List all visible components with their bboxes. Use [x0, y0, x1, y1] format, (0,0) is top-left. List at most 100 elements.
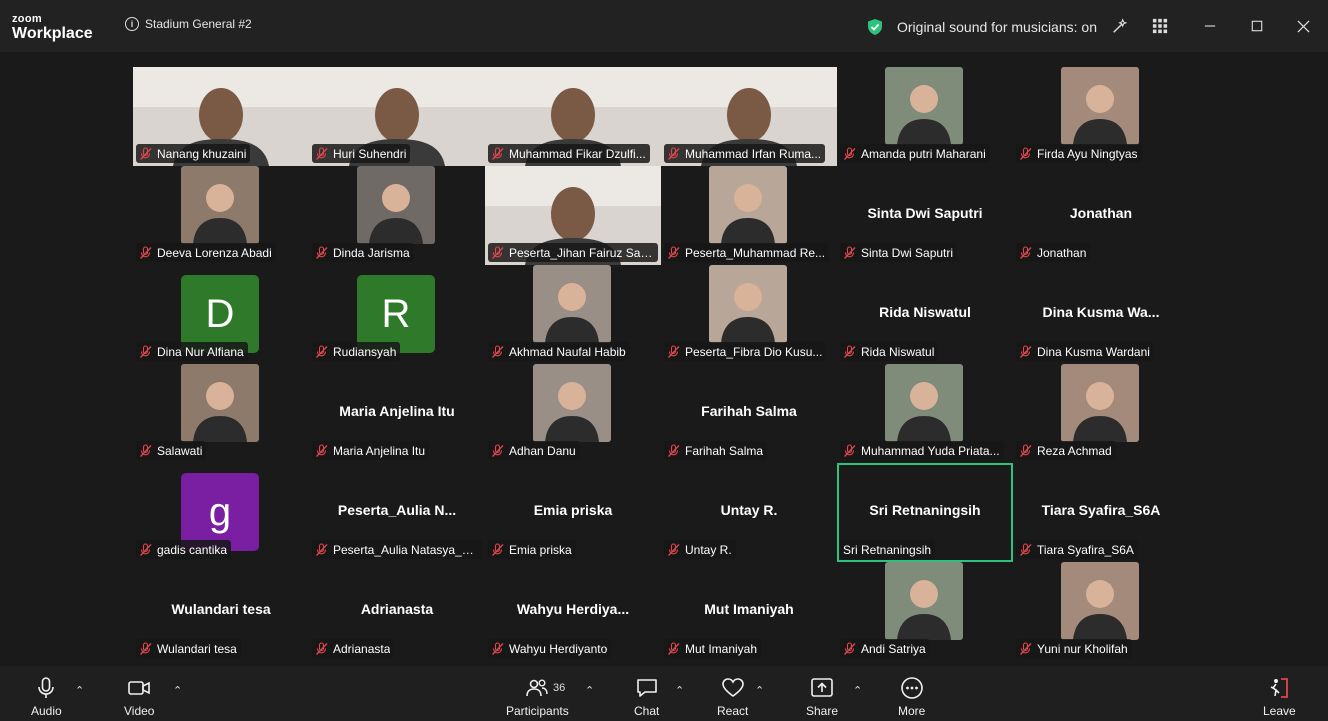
- participant-tile[interactable]: Jonathan Jonathan: [1013, 166, 1189, 265]
- participant-tile[interactable]: Adrianasta Adrianasta: [309, 562, 485, 661]
- mic-muted-icon: [140, 542, 152, 556]
- mic-muted-icon: [492, 344, 504, 358]
- participant-photo: [181, 364, 259, 442]
- mic-muted-icon: [492, 641, 504, 655]
- participant-tile[interactable]: Maria Anjelina Itu Maria Anjelina Itu: [309, 364, 485, 463]
- participant-tile[interactable]: Deeva Lorenza Abadi: [133, 166, 309, 265]
- participant-name-label: Adhan Danu: [488, 441, 580, 460]
- mic-muted-icon: [1020, 344, 1032, 358]
- more-button[interactable]: More: [898, 676, 925, 718]
- participant-name-label: Sinta Dwi Saputri: [840, 243, 958, 262]
- leave-button[interactable]: Leave: [1263, 676, 1296, 718]
- video-options-chevron-up-icon[interactable]: ⌃: [173, 684, 183, 697]
- audio-options-chevron-up-icon[interactable]: ⌃: [75, 684, 85, 697]
- participant-tile[interactable]: Dina Kusma Wa... Dina Kusma Wardani: [1013, 265, 1189, 364]
- participant-tile[interactable]: Muhammad Yuda Priata...: [837, 364, 1013, 463]
- participant-display-name: Farihah Salma: [701, 403, 797, 419]
- participant-tile[interactable]: Yuni nur Kholifah: [1013, 562, 1189, 661]
- participant-name-label: Yuni nur Kholifah: [1016, 639, 1132, 658]
- participant-tile[interactable]: Emia priska Emia priska: [485, 463, 661, 562]
- participant-display-name: Dina Kusma Wa...: [1042, 304, 1160, 320]
- share-options-chevron-up-icon[interactable]: ⌃: [853, 684, 863, 697]
- chat-button[interactable]: Chat: [634, 676, 659, 718]
- participant-tile[interactable]: Firda Ayu Ningtyas: [1013, 67, 1189, 166]
- participant-photo: [885, 562, 963, 640]
- participant-display-name: Adrianasta: [360, 601, 434, 617]
- participant-tile[interactable]: Wulandari tesa Wulandari tesa: [133, 562, 309, 661]
- participant-tile[interactable]: Tiara Syafira_S6A Tiara Syafira_S6A: [1013, 463, 1189, 562]
- gallery-grid-icon[interactable]: [1150, 16, 1170, 36]
- share-button[interactable]: Share: [806, 676, 838, 718]
- mic-muted-icon: [668, 641, 680, 655]
- close-icon[interactable]: [1293, 16, 1313, 36]
- mic-muted-icon: [492, 245, 504, 259]
- participant-photo: [709, 166, 787, 244]
- video-button[interactable]: Video: [124, 676, 154, 718]
- participant-tile[interactable]: Andi Satriya: [837, 562, 1013, 661]
- participant-tile[interactable]: Peserta_Jihan Fairuz Sals...: [485, 166, 661, 265]
- participant-tile[interactable]: Mut Imaniyah Mut Imaniyah: [661, 562, 837, 661]
- participant-photo: [885, 364, 963, 442]
- mic-muted-icon: [844, 443, 856, 457]
- participant-tile[interactable]: Farihah Salma Farihah Salma: [661, 364, 837, 463]
- participant-name-label: Untay R.: [664, 540, 736, 559]
- info-icon[interactable]: i: [125, 17, 139, 31]
- participant-name-label: Firda Ayu Ningtyas: [1016, 144, 1142, 163]
- participant-name-label: Wahyu Herdiyanto: [488, 639, 612, 658]
- participant-tile[interactable]: Nanang khuzaini: [133, 67, 309, 166]
- participant-tile[interactable]: Peserta_Aulia N... Peserta_Aulia Natasya_…: [309, 463, 485, 562]
- participant-tile[interactable]: Dinda Jarisma: [309, 166, 485, 265]
- participant-tile[interactable]: Sinta Dwi Saputri Sinta Dwi Saputri: [837, 166, 1013, 265]
- sound-status-text: Original sound for musicians: on: [897, 19, 1097, 35]
- participant-name-label: Sri Retnaningsih: [840, 540, 936, 559]
- participant-tile[interactable]: Rida Niswatul Rida Niswatul: [837, 265, 1013, 364]
- participant-display-name: Sinta Dwi Saputri: [867, 205, 983, 221]
- react-options-chevron-up-icon[interactable]: ⌃: [755, 684, 765, 697]
- participant-name-label: Deeva Lorenza Abadi: [136, 243, 276, 262]
- participant-name-label: Peserta_Aulia Natasya_u...: [312, 540, 482, 559]
- leave-door-icon: [1270, 678, 1289, 698]
- participant-name-label: Jonathan: [1016, 243, 1091, 262]
- mic-muted-icon: [1020, 146, 1032, 160]
- mic-muted-icon: [140, 443, 152, 457]
- chat-options-chevron-up-icon[interactable]: ⌃: [675, 684, 685, 697]
- participant-name-label: Dinda Jarisma: [312, 243, 414, 262]
- original-sound-status[interactable]: Original sound for musicians: on: [866, 18, 1097, 36]
- heart-icon: [721, 678, 744, 697]
- participant-tile[interactable]: Peserta_Muhammad Re...: [661, 166, 837, 265]
- mic-muted-icon: [316, 344, 328, 358]
- participant-tile[interactable]: Peserta_Fibra Dio Kusu...: [661, 265, 837, 364]
- magic-wand-icon[interactable]: [1110, 16, 1130, 36]
- participant-tile[interactable]: Reza Achmad: [1013, 364, 1189, 463]
- participant-tile[interactable]: Sri Retnaningsih Sri Retnaningsih: [837, 463, 1013, 562]
- participant-tile[interactable]: Untay R. Untay R.: [661, 463, 837, 562]
- participant-tile[interactable]: R Rudiansyah: [309, 265, 485, 364]
- meeting-toolbar: Audio ⌃ Video ⌃ Participants 36 ⌃ Chat ⌃…: [0, 666, 1328, 721]
- maximize-icon[interactable]: [1247, 16, 1267, 36]
- audio-button[interactable]: Audio: [31, 676, 62, 718]
- participant-tile[interactable]: Salawati: [133, 364, 309, 463]
- participant-tile[interactable]: Muhammad Fikar Dzulfi...: [485, 67, 661, 166]
- participants-options-chevron-up-icon[interactable]: ⌃: [585, 684, 595, 697]
- participant-name-label: Peserta_Jihan Fairuz Sals...: [488, 243, 658, 262]
- participant-tile[interactable]: Muhammad Irfan Ruma...: [661, 67, 837, 166]
- minimize-icon[interactable]: [1200, 16, 1220, 36]
- participant-tile[interactable]: Adhan Danu: [485, 364, 661, 463]
- participant-tile[interactable]: Huri Suhendri: [309, 67, 485, 166]
- participant-name-label: Dina Nur Alfiana: [136, 342, 248, 361]
- participant-display-name: Maria Anjelina Itu: [339, 403, 455, 419]
- participant-tile[interactable]: Akhmad Naufal Habib: [485, 265, 661, 364]
- participant-name-label: Amanda putri Maharani: [840, 144, 990, 163]
- participant-tile[interactable]: Amanda putri Maharani: [837, 67, 1013, 166]
- participant-tile[interactable]: Wahyu Herdiya... Wahyu Herdiyanto: [485, 562, 661, 661]
- participant-name-label: Peserta_Fibra Dio Kusu...: [664, 342, 827, 361]
- participant-display-name: Rida Niswatul: [879, 304, 971, 320]
- participant-tile[interactable]: g gadis cantika: [133, 463, 309, 562]
- meeting-info[interactable]: i Stadium General #2: [125, 17, 252, 31]
- mic-muted-icon: [844, 344, 856, 358]
- participant-name-label: Muhammad Irfan Ruma...: [664, 144, 826, 163]
- share-screen-icon: [811, 678, 833, 697]
- participant-photo: [533, 265, 611, 343]
- participant-tile[interactable]: D Dina Nur Alfiana: [133, 265, 309, 364]
- react-button[interactable]: React: [717, 676, 748, 718]
